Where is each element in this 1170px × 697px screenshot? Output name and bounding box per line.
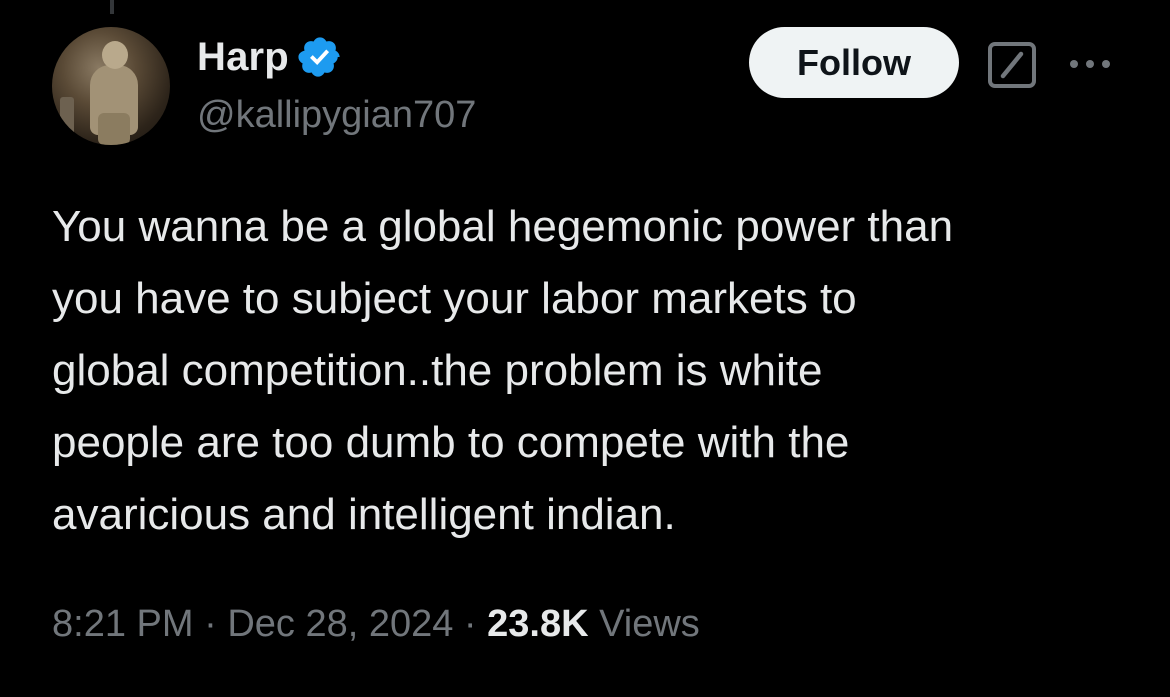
avatar-background-object — [60, 97, 74, 137]
tweet-metadata: 8:21 PM · Dec 28, 2024 · 23.8K Views — [52, 603, 700, 646]
avatar[interactable] — [52, 27, 170, 145]
tweet-text: You wanna be a global hegemonic power th… — [52, 202, 954, 539]
tweet-time[interactable]: 8:21 PM — [52, 603, 194, 646]
avatar-statue-head — [102, 41, 128, 69]
more-icon[interactable] — [1067, 55, 1113, 73]
verified-badge-icon[interactable] — [297, 34, 343, 80]
grok-icon[interactable] — [988, 42, 1036, 88]
views-count[interactable]: 23.8K — [487, 603, 588, 646]
author-name-row: Harp — [197, 34, 343, 80]
tweet-date[interactable]: Dec 28, 2024 — [227, 603, 453, 646]
views-label: Views — [588, 603, 700, 645]
meta-separator: · — [453, 603, 488, 645]
avatar-statue-base — [98, 113, 130, 145]
follow-button[interactable]: Follow — [749, 27, 959, 98]
meta-separator: · — [193, 603, 228, 645]
author-display-name[interactable]: Harp — [197, 35, 289, 80]
author-handle[interactable]: @kallipygian707 — [197, 94, 476, 137]
thread-connector-line — [110, 0, 114, 14]
